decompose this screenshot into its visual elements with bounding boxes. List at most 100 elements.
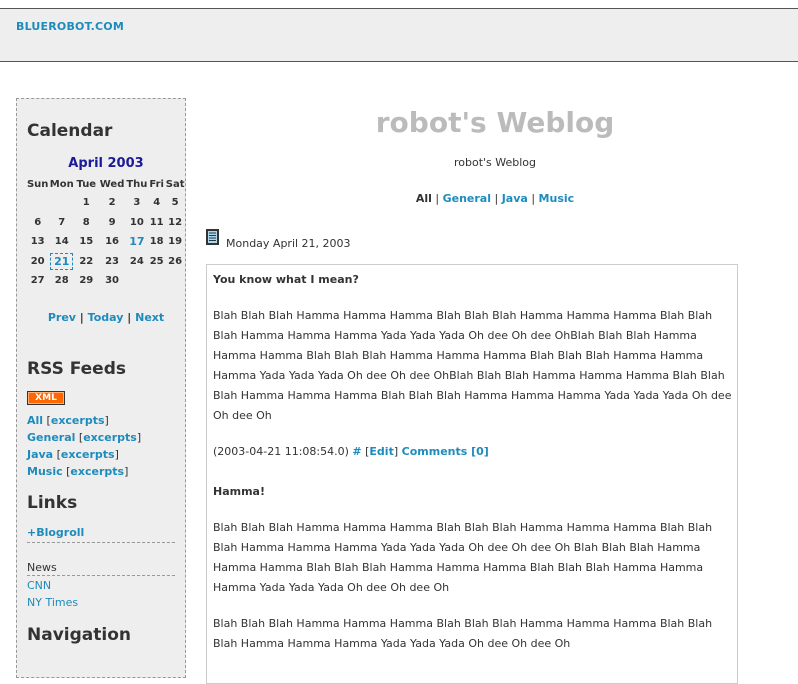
rss-feeds-heading: RSS Feeds bbox=[27, 359, 127, 379]
entry-permalink[interactable]: # bbox=[352, 445, 361, 458]
category-nav: All | General | Java | Music bbox=[200, 192, 790, 205]
feed-link-music[interactable]: Music bbox=[27, 465, 63, 478]
navigation-heading: Navigation bbox=[27, 625, 131, 645]
calendar-day: 7 bbox=[58, 216, 66, 228]
calendar-day-empty bbox=[165, 271, 185, 291]
category-general[interactable]: General bbox=[443, 192, 491, 205]
calendar-day: 14 bbox=[54, 236, 69, 248]
feed-excerpts-java[interactable]: excerpts bbox=[61, 448, 115, 461]
separator: | bbox=[79, 311, 84, 324]
feed-link-java[interactable]: Java bbox=[27, 448, 53, 461]
calendar-day-today[interactable]: 21 bbox=[49, 252, 74, 272]
day-date: Monday April 21, 2003 bbox=[226, 237, 351, 250]
calendar-weekday: Sat bbox=[165, 178, 185, 190]
entry-body: Blah Blah Blah Hamma Hamma Hamma Blah Bl… bbox=[213, 521, 713, 594]
calendar-month: April 2003 bbox=[68, 156, 144, 171]
calendar-weekday: Tue bbox=[76, 178, 97, 190]
entry-edit-link[interactable]: Edit bbox=[369, 445, 393, 458]
separator: | bbox=[435, 192, 440, 205]
calendar-nav: Prev | Today | Next bbox=[17, 311, 195, 324]
calendar-heading: Calendar bbox=[27, 121, 113, 141]
calendar-day: 5 bbox=[171, 197, 179, 209]
calendar-day: 19 bbox=[168, 236, 183, 248]
category-all[interactable]: All bbox=[416, 192, 432, 205]
news-link-nytimes-row: NY Times bbox=[27, 596, 175, 609]
feed-excerpts-general[interactable]: excerpts bbox=[83, 431, 137, 444]
separator: | bbox=[127, 311, 132, 324]
calendar-day: 12 bbox=[168, 216, 183, 228]
calendar-week-row: 13 14 15 16 17 18 19 bbox=[26, 232, 185, 252]
entry-timestamp: (2003-04-21 11:08:54.0) bbox=[213, 445, 349, 458]
calendar-weekday: Wed bbox=[99, 178, 125, 190]
calendar-week-row: 6 7 8 9 10 11 12 bbox=[26, 213, 185, 233]
blogroll-link[interactable]: +Blogroll bbox=[27, 526, 84, 539]
feed-row-all: All [excerpts] bbox=[27, 414, 109, 427]
calendar-day: 4 bbox=[153, 197, 161, 209]
calendar-day: 24 bbox=[129, 255, 144, 267]
site-home-link[interactable]: BLUEROBOT.COM bbox=[16, 20, 124, 33]
entry-title: Hamma! bbox=[213, 485, 265, 498]
category-java[interactable]: Java bbox=[502, 192, 528, 205]
feed-excerpts-music[interactable]: excerpts bbox=[70, 465, 124, 478]
entry-body: Blah Blah Blah Hamma Hamma Hamma Blah Bl… bbox=[213, 617, 713, 650]
calendar-day-empty bbox=[148, 271, 165, 291]
calendar-day: 18 bbox=[149, 236, 164, 248]
day-page-icon bbox=[206, 229, 219, 245]
calendar-day-empty bbox=[26, 193, 49, 213]
calendar-day: 15 bbox=[79, 236, 94, 248]
calendar-day-link[interactable]: 17 bbox=[126, 232, 149, 252]
calendar-day: 22 bbox=[79, 255, 94, 267]
entries-box: You know what I mean? Blah Blah Blah Ham… bbox=[206, 264, 738, 684]
blog-description: robot's Weblog bbox=[453, 156, 537, 169]
calendar-week-row: 1 2 345 bbox=[26, 193, 185, 213]
calendar-weekday: Thu bbox=[126, 178, 148, 190]
calendar-weekday: Mon bbox=[49, 178, 74, 190]
calendar-weekday: Sun bbox=[26, 178, 49, 190]
calendar-next-link[interactable]: Next bbox=[135, 311, 164, 324]
calendar-prev-link[interactable]: Prev bbox=[48, 311, 76, 324]
entry-body: Blah Blah Blah Hamma Hamma Hamma Blah Bl… bbox=[213, 309, 732, 422]
entry-comments-link[interactable]: Comments [0] bbox=[402, 445, 489, 458]
calendar-week-row: 20 21 22 23 24 25 26 bbox=[26, 252, 185, 272]
feed-row-music: Music [excerpts] bbox=[27, 465, 129, 478]
sidebar: Calendar April 2003 Sun Mon Tue Wed Thu Fri Sa… bbox=[16, 98, 186, 678]
feed-link-all[interactable]: All bbox=[27, 414, 43, 427]
xml-feed-badge[interactable]: XML bbox=[27, 391, 65, 405]
calendar-day-empty bbox=[49, 193, 74, 213]
feed-link-general[interactable]: General bbox=[27, 431, 75, 444]
news-label: News bbox=[27, 561, 175, 576]
feed-row-java: Java [excerpts] bbox=[27, 448, 119, 461]
calendar-day: 27 bbox=[30, 275, 45, 287]
calendar-day: 13 bbox=[30, 236, 45, 248]
calendar-day: 30 bbox=[105, 275, 120, 287]
calendar-week-row: 27 28 29 30 bbox=[26, 271, 185, 291]
blogroll-row: +Blogroll bbox=[27, 526, 175, 543]
news-link-cnn[interactable]: CNN bbox=[27, 579, 51, 592]
news-link-cnn-row: CNN bbox=[27, 579, 175, 592]
calendar-day: 25 bbox=[149, 255, 164, 267]
calendar-day: 16 bbox=[105, 236, 120, 248]
calendar-day-empty bbox=[126, 271, 149, 291]
calendar-day: 3 bbox=[133, 197, 141, 209]
calendar-day: 9 bbox=[108, 216, 116, 228]
feed-excerpts-all[interactable]: excerpts bbox=[51, 414, 105, 427]
calendar-day: 29 bbox=[79, 275, 94, 287]
calendar-day: 10 bbox=[129, 216, 144, 228]
calendar-day: 11 bbox=[149, 216, 164, 228]
entry-meta: (2003-04-21 11:08:54.0) # [Edit] Comment… bbox=[213, 445, 489, 458]
calendar-day: 8 bbox=[82, 216, 90, 228]
calendar-weekday: Fri bbox=[149, 178, 164, 190]
feed-row-general: General [excerpts] bbox=[27, 431, 142, 444]
separator: | bbox=[531, 192, 536, 205]
entry-title: You know what I mean? bbox=[213, 273, 359, 286]
calendar-day: 2 bbox=[108, 197, 116, 209]
category-music[interactable]: Music bbox=[539, 192, 575, 205]
calendar-today-link[interactable]: Today bbox=[88, 311, 124, 324]
calendar-day: 6 bbox=[34, 216, 42, 228]
calendar-day: 26 bbox=[168, 255, 183, 267]
site-header: BLUEROBOT.COM bbox=[0, 8, 798, 62]
calendar-day: 20 bbox=[30, 255, 45, 267]
calendar-day: 23 bbox=[105, 255, 120, 267]
calendar-day: 1 bbox=[82, 197, 90, 209]
news-link-nytimes[interactable]: NY Times bbox=[27, 596, 78, 609]
